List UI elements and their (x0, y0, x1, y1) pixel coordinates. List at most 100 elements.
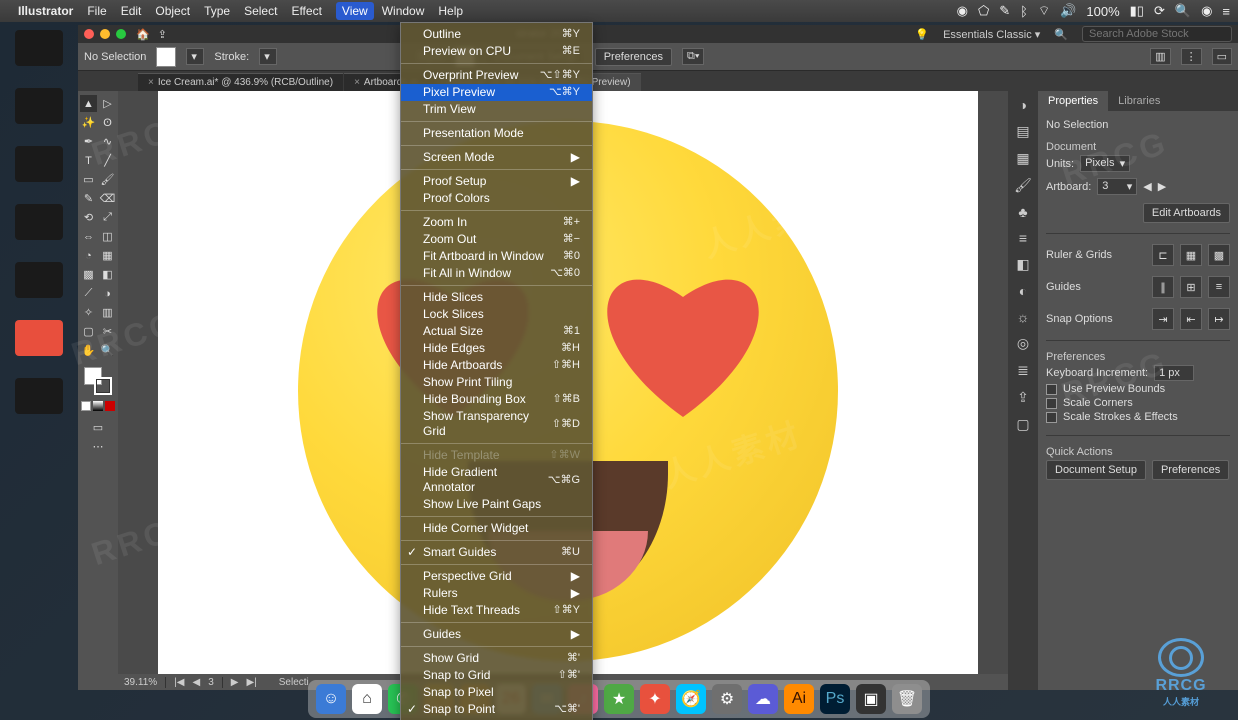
curvature-tool-icon[interactable]: ∿ (99, 133, 116, 150)
magic-wand-icon[interactable]: ✨ (80, 114, 97, 131)
menu-type[interactable]: Type (204, 4, 230, 18)
preferences-button[interactable]: Preferences (595, 48, 672, 66)
kbd-increment-field[interactable]: 1 px (1154, 365, 1194, 381)
rotate-tool-icon[interactable]: ⟲ (80, 209, 97, 226)
maximize-icon[interactable] (116, 29, 126, 39)
desktop-thumb[interactable] (15, 320, 63, 356)
bulb-icon[interactable]: 💡 (915, 28, 929, 41)
app-icon[interactable]: ▣ (856, 684, 886, 714)
view-menu-item[interactable]: Fit All in Window⌥⌘0 (401, 265, 592, 282)
battery-icon[interactable]: ▮▯ (1130, 3, 1144, 19)
screen-mode-icon[interactable]: ▭ (90, 419, 107, 436)
graph-tool-icon[interactable]: ▥ (99, 304, 116, 321)
fill-swatch[interactable] (156, 47, 176, 67)
symbol-spray-icon[interactable]: ✧ (80, 304, 97, 321)
workspace-switcher[interactable]: Essentials Classic ▾ (943, 28, 1040, 41)
mesh-tool-icon[interactable]: ▩ (80, 266, 97, 283)
app-icon[interactable]: ★ (604, 684, 634, 714)
artboard-nav-last-icon[interactable]: ▶| (246, 677, 256, 688)
menu-select[interactable]: Select (244, 4, 277, 18)
artboard-number[interactable]: 3 (208, 677, 223, 688)
view-menu-item[interactable]: Proof Setup▶ (401, 173, 592, 190)
align-dropdown[interactable]: ⧉▾ (682, 48, 704, 65)
fill-stroke-indicator[interactable] (84, 367, 112, 395)
app-icon[interactable]: ☁ (748, 684, 778, 714)
menu-file[interactable]: File (87, 4, 106, 18)
eraser-tool-icon[interactable]: ⌫ (99, 190, 116, 207)
zoom-tool-icon[interactable]: 🔍 (99, 342, 116, 359)
view-menu-item[interactable]: Hide Gradient Annotator⌥⌘G (401, 464, 592, 496)
symbols-panel-icon[interactable]: ♣ (1018, 204, 1027, 220)
type-tool-icon[interactable]: T (80, 152, 97, 169)
use-preview-bounds-checkbox[interactable]: Use Preview Bounds (1046, 383, 1230, 395)
view-menu-item[interactable]: Actual Size⌘1 (401, 323, 592, 340)
view-menu-item[interactable]: Zoom In⌘+ (401, 214, 592, 231)
extra-icon[interactable]: ▥ (1150, 48, 1170, 65)
siri-icon[interactable]: ◉ (1201, 3, 1212, 19)
view-menu-item[interactable]: Hide Text Threads⇧⌘Y (401, 602, 592, 619)
view-menu-item[interactable]: Rulers▶ (401, 585, 592, 602)
transparency-panel-icon[interactable]: ◐ (1019, 283, 1027, 299)
view-menu-item[interactable]: Fit Artboard in Window⌘0 (401, 248, 592, 265)
color-mode-icons[interactable] (81, 401, 115, 411)
view-menu-item[interactable]: ✓Smart Guides⌘U (401, 544, 592, 561)
line-tool-icon[interactable]: ╱ (99, 152, 116, 169)
guides-options-icon[interactable]: ≡ (1208, 276, 1230, 298)
view-menu-item[interactable]: Snap to Pixel (401, 684, 592, 701)
menu-help[interactable]: Help (438, 4, 463, 18)
dropbox-icon[interactable]: ⬠ (978, 3, 989, 19)
artboard-nav-next-icon[interactable]: ▶ (231, 677, 239, 688)
artboard-prev-icon[interactable]: ◀ (1143, 180, 1151, 193)
guides-lock-icon[interactable]: ⊞ (1180, 276, 1202, 298)
layers-panel-icon[interactable]: ≣ (1017, 362, 1029, 379)
camera-icon[interactable]: ◉ (957, 3, 968, 19)
sync-icon[interactable]: ⟳ (1154, 3, 1165, 19)
desktop-thumb[interactable] (15, 146, 63, 182)
view-menu-item[interactable]: Show Live Paint Gaps (401, 496, 592, 513)
artboard-next-icon[interactable]: ▶ (1158, 180, 1166, 193)
document-tab[interactable]: ×Ice Cream.ai* @ 436.9% (RCB/Outline) (138, 73, 343, 91)
safari-icon[interactable]: 🧭 (676, 684, 706, 714)
snap-icon[interactable]: ↦ (1208, 308, 1230, 330)
gradient-tool-icon[interactable]: ◧ (99, 266, 116, 283)
free-transform-icon[interactable]: ◫ (99, 228, 116, 245)
artboards-panel-icon[interactable]: ▢ (1016, 416, 1029, 433)
quick-document-setup-button[interactable]: Document Setup (1046, 460, 1146, 480)
settings-icon[interactable]: ⚙ (712, 684, 742, 714)
view-menu-item[interactable]: Perspective Grid▶ (401, 568, 592, 585)
appearance-panel-icon[interactable]: ☼ (1017, 309, 1030, 325)
desktop-thumb[interactable] (15, 88, 63, 124)
scale-strokes-checkbox[interactable]: Scale Strokes & Effects (1046, 411, 1230, 423)
artboard-tool-icon[interactable]: ▢ (80, 323, 97, 340)
brush-tool-icon[interactable]: 🖌 (99, 171, 116, 188)
quick-preferences-button[interactable]: Preferences (1152, 460, 1229, 480)
view-menu-item[interactable]: Outline⌘Y (401, 26, 592, 43)
artboard-dropdown[interactable]: 3▾ (1097, 178, 1137, 195)
stroke-panel-icon[interactable]: ≡ (1019, 230, 1027, 246)
view-menu-item[interactable]: Trim View (401, 101, 592, 118)
view-menu-item[interactable]: Hide Bounding Box⇧⌘B (401, 391, 592, 408)
close-icon[interactable]: × (148, 77, 154, 88)
menu-window[interactable]: Window (382, 4, 425, 18)
snap-icon[interactable]: ⇥ (1152, 308, 1174, 330)
gradient-panel-icon[interactable]: ◧ (1016, 256, 1029, 273)
eyedropper-tool-icon[interactable]: ⟋ (80, 285, 97, 302)
extra-icon[interactable]: ▭ (1212, 48, 1232, 65)
app-menu[interactable]: Illustrator (18, 4, 73, 18)
view-menu-item[interactable]: Guides▶ (401, 626, 592, 643)
view-menu-item[interactable]: Overprint Preview⌥⇧⌘Y (401, 67, 592, 84)
close-icon[interactable] (84, 29, 94, 39)
view-menu-item[interactable]: Show Grid⌘' (401, 650, 592, 667)
selection-tool-icon[interactable]: ▲ (80, 95, 97, 112)
guides-visibility-icon[interactable]: ∥ (1152, 276, 1174, 298)
shaper-tool-icon[interactable]: ✎ (80, 190, 97, 207)
desktop-thumb[interactable] (15, 30, 63, 66)
artboard-nav-prev-icon[interactable]: ◀ (192, 677, 200, 688)
rectangle-tool-icon[interactable]: ▭ (80, 171, 97, 188)
hand-tool-icon[interactable]: ✋ (80, 342, 97, 359)
view-menu-item[interactable]: Show Transparency Grid⇧⌘D (401, 408, 592, 440)
view-menu-item[interactable]: Hide Corner Widget (401, 520, 592, 537)
view-menu-item[interactable]: Screen Mode▶ (401, 149, 592, 166)
view-menu-item[interactable]: ✓Snap to Point⌥⌘' (401, 701, 592, 718)
app-icon[interactable]: ✦ (640, 684, 670, 714)
